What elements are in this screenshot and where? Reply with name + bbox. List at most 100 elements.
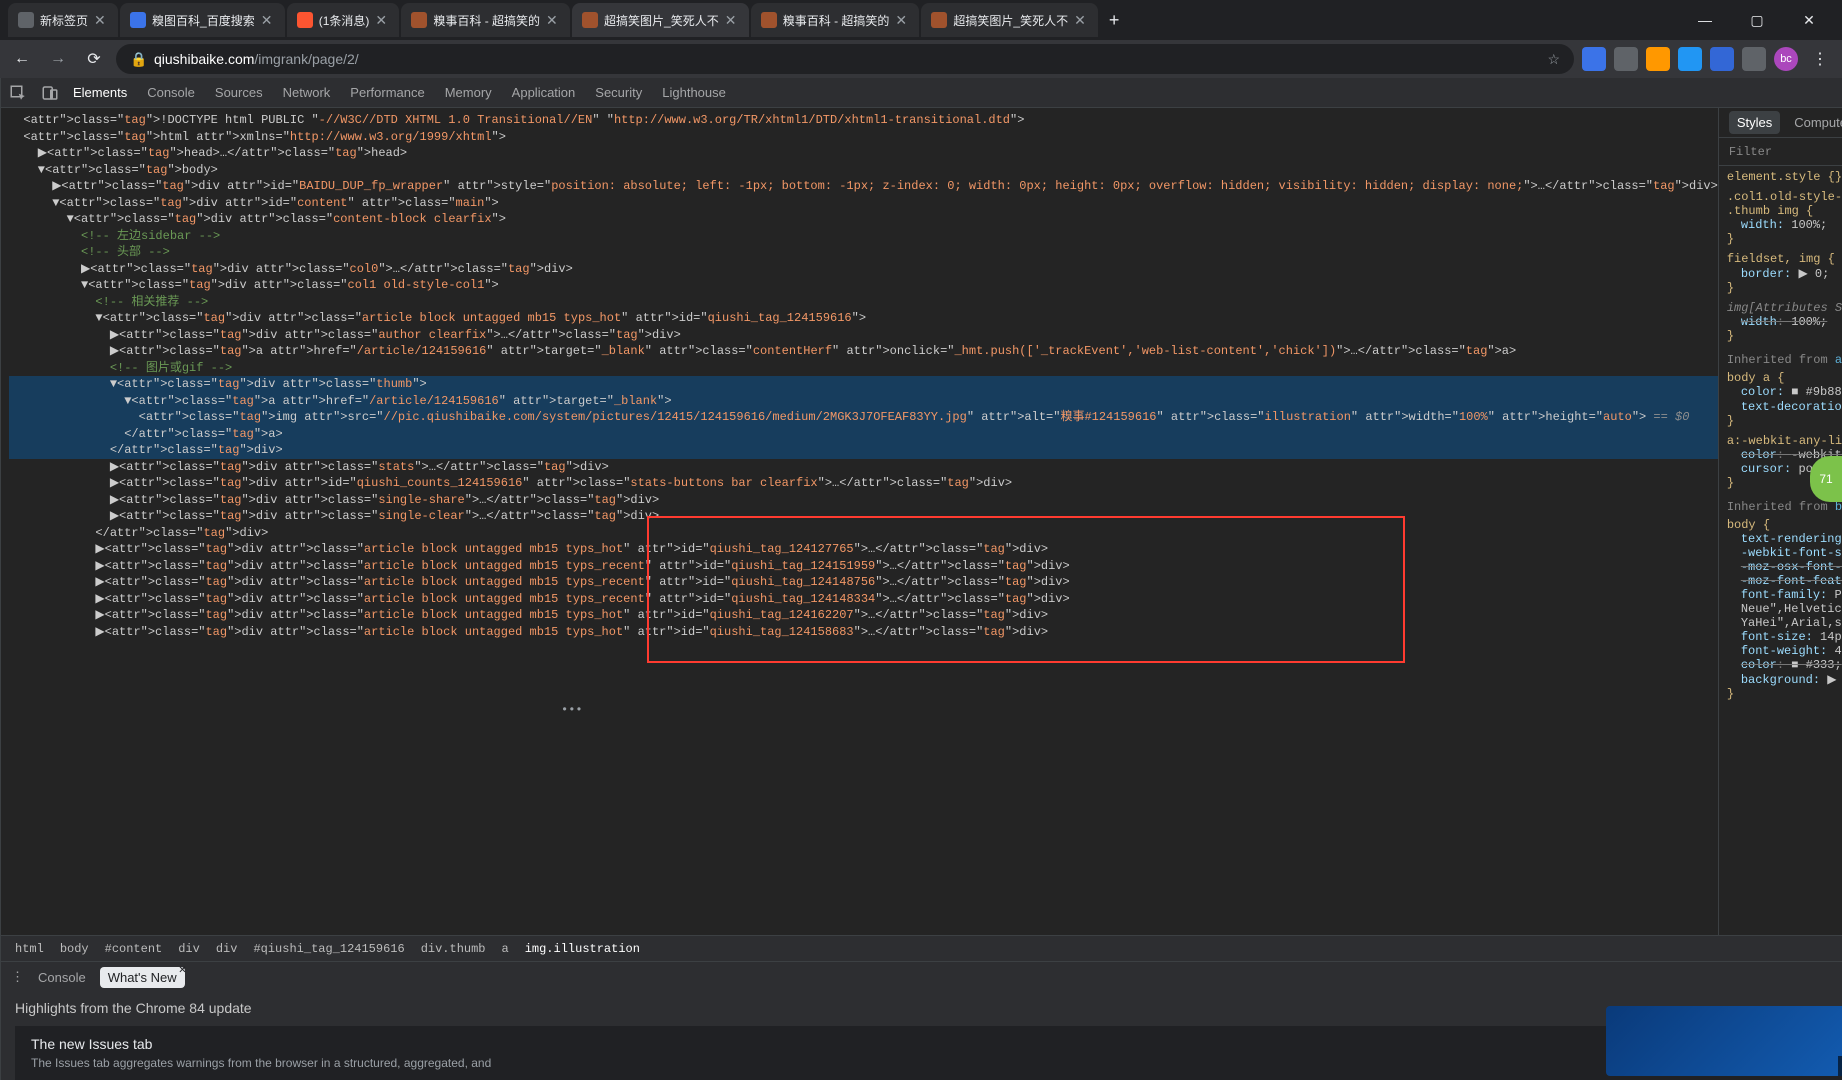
- css-rule[interactable]: app.min.css…13a1abbc7:1body {text-render…: [1727, 518, 1842, 701]
- drawer-tab-console[interactable]: Console: [38, 970, 86, 985]
- window-maximize-icon[interactable]: ▢: [1740, 12, 1774, 29]
- device-toggle-icon[interactable]: [41, 84, 59, 102]
- drawer-tab-whatsnew[interactable]: What's New✕: [100, 967, 185, 988]
- dom-line[interactable]: ▼<attr">class="tag">div attr">class="con…: [9, 211, 1718, 228]
- crumb[interactable]: #content: [105, 942, 163, 956]
- dom-line[interactable]: ▶<attr">class="tag">div attr">class="sin…: [9, 492, 1718, 509]
- browser-tab[interactable]: 糗事百科 - 超搞笑的✕: [751, 3, 920, 37]
- dom-line[interactable]: <!-- 头部 -->: [9, 244, 1718, 261]
- dom-line[interactable]: <!-- 左边sidebar -->: [9, 228, 1718, 245]
- tab-close-icon[interactable]: ✕: [94, 13, 108, 27]
- browser-tab[interactable]: 超搞笑图片_笑死人不✕: [572, 3, 749, 37]
- dom-line[interactable]: ▶<attr">class="tag">div attr">class="art…: [9, 591, 1718, 608]
- dom-line[interactable]: ▼<attr">class="tag">div attr">id="conten…: [9, 195, 1718, 212]
- dom-line[interactable]: <attr">class="tag">html attr">xmlns="htt…: [9, 129, 1718, 146]
- dom-line[interactable]: ▶<attr">class="tag">div attr">class="sta…: [9, 459, 1718, 476]
- crumb[interactable]: img.illustration: [525, 942, 640, 956]
- nav-forward-icon[interactable]: →: [44, 45, 72, 73]
- browser-tab[interactable]: 超搞笑图片_笑死人不✕: [921, 3, 1098, 37]
- browser-tab[interactable]: 新标签页✕: [8, 3, 118, 37]
- window-close-icon[interactable]: ✕: [1792, 12, 1826, 29]
- dom-line[interactable]: ▶<attr">class="tag">div attr">class="aut…: [9, 327, 1718, 344]
- devtools-tab[interactable]: Memory: [445, 85, 492, 100]
- browser-tab[interactable]: 糗事百科 - 超搞笑的✕: [401, 3, 570, 37]
- crumb[interactable]: body: [60, 942, 89, 956]
- dom-line[interactable]: ▼<attr">class="tag">a attr">href="/artic…: [9, 393, 1718, 410]
- tab-styles[interactable]: Styles: [1729, 111, 1780, 134]
- promo-banner: [1606, 1006, 1842, 1076]
- extension-icon[interactable]: [1678, 47, 1702, 71]
- dom-breadcrumbs[interactable]: html body #content div div #qiushi_tag_124159…: [1, 935, 1842, 961]
- crumb[interactable]: a: [502, 942, 509, 956]
- elements-dom-tree[interactable]: ••• <attr">class="tag">!DOCTYPE html PUB…: [1, 108, 1718, 935]
- nav-reload-icon[interactable]: ⟳: [80, 45, 108, 73]
- tab-close-icon[interactable]: ✕: [375, 13, 389, 27]
- window-minimize-icon[interactable]: —: [1688, 12, 1722, 29]
- filter-input[interactable]: Filter: [1729, 145, 1772, 159]
- dom-line[interactable]: ▼<attr">class="tag">div attr">class="col…: [9, 277, 1718, 294]
- browser-tab[interactable]: (1条消息)✕: [287, 3, 400, 37]
- css-rule[interactable]: element.style {}: [1727, 170, 1842, 184]
- crumb[interactable]: #qiushi_tag_124159616: [253, 942, 404, 956]
- crumb[interactable]: div: [178, 942, 200, 956]
- dom-line[interactable]: ▶<attr">class="tag">div attr">class="art…: [9, 574, 1718, 591]
- bookmark-star-icon[interactable]: ☆: [1547, 51, 1560, 68]
- dom-line[interactable]: ▶<attr">class="tag">div attr">class="art…: [9, 541, 1718, 558]
- dom-line[interactable]: ▶<attr">class="tag">div attr">class="col…: [9, 261, 1718, 278]
- extension-icon[interactable]: [1582, 47, 1606, 71]
- nav-back-icon[interactable]: ←: [8, 45, 36, 73]
- devtools-tab[interactable]: Sources: [215, 85, 263, 100]
- new-tab-button[interactable]: +: [1100, 6, 1128, 34]
- devtools-tab[interactable]: Security: [595, 85, 642, 100]
- drawer-menu-icon[interactable]: ⋮: [11, 969, 24, 985]
- tab-computed[interactable]: Computed: [1794, 115, 1842, 130]
- dom-line[interactable]: </attr">class="tag">div>: [9, 442, 1718, 459]
- tab-close-icon[interactable]: ✕: [546, 13, 560, 27]
- dom-line[interactable]: <!-- 图片或gif -->: [9, 360, 1718, 377]
- dom-line[interactable]: ▶<attr">class="tag">head>…</attr">class=…: [9, 145, 1718, 162]
- crumb[interactable]: div.thumb: [421, 942, 486, 956]
- dom-line[interactable]: </attr">class="tag">div>: [9, 525, 1718, 542]
- devtools-tab[interactable]: Lighthouse: [662, 85, 726, 100]
- dom-line[interactable]: ▶<attr">class="tag">div attr">id="qiushi…: [9, 475, 1718, 492]
- devtools-tab[interactable]: Network: [283, 85, 331, 100]
- dom-line[interactable]: ▶<attr">class="tag">div attr">class="art…: [9, 607, 1718, 624]
- dom-line[interactable]: ▶<attr">class="tag">div attr">class="art…: [9, 558, 1718, 575]
- dom-line[interactable]: <attr">class="tag">img attr">src="//pic.…: [9, 409, 1718, 426]
- dom-line[interactable]: ▼<attr">class="tag">body>: [9, 162, 1718, 179]
- extension-icon[interactable]: [1742, 47, 1766, 71]
- crumb[interactable]: html: [15, 942, 44, 956]
- address-field[interactable]: 🔒 qiushibaike.com/imgrank/page/2/ ☆: [116, 44, 1574, 74]
- css-rule[interactable]: app.min.css…13a1abbc7:1body a {color: ■ …: [1727, 371, 1842, 428]
- devtools-tab[interactable]: Performance: [350, 85, 424, 100]
- tab-close-icon[interactable]: ✕: [261, 13, 275, 27]
- style-rules[interactable]: element.style {} app.min.css…13a1abbc7:1.…: [1719, 166, 1842, 935]
- dom-line[interactable]: ▶<attr">class="tag">div attr">id="BAIDU_…: [9, 178, 1718, 195]
- dom-line[interactable]: </attr">class="tag">a>: [9, 426, 1718, 443]
- browser-tab[interactable]: 糗图百科_百度搜索✕: [120, 3, 285, 37]
- tab-close-icon[interactable]: ✕: [1074, 13, 1088, 27]
- dom-line[interactable]: ▶<attr">class="tag">a attr">href="/artic…: [9, 343, 1718, 360]
- tab-close-icon[interactable]: ✕: [725, 13, 739, 27]
- css-rule[interactable]: app.min.css…13a1abbc7:1.col1.old-style-c…: [1727, 190, 1842, 246]
- floating-action-badge[interactable]: 71: [1810, 456, 1842, 502]
- dom-line[interactable]: ▶<attr">class="tag">div attr">class="sin…: [9, 508, 1718, 525]
- dom-line[interactable]: ▶<attr">class="tag">div attr">class="art…: [9, 624, 1718, 641]
- css-rule[interactable]: app.min.css…13a1abbc7:1fieldset, img {bo…: [1727, 252, 1842, 295]
- devtools-tab[interactable]: Application: [512, 85, 576, 100]
- devtools-tab[interactable]: Console: [147, 85, 195, 100]
- dom-line[interactable]: <!-- 相关推荐 -->: [9, 294, 1718, 311]
- crumb[interactable]: div: [216, 942, 238, 956]
- dom-line[interactable]: ▼<attr">class="tag">div attr">class="art…: [9, 310, 1718, 327]
- extension-icon[interactable]: [1614, 47, 1638, 71]
- devtools-tab[interactable]: Elements: [73, 85, 127, 100]
- dom-line[interactable]: <attr">class="tag">!DOCTYPE html PUBLIC …: [9, 112, 1718, 129]
- dom-line[interactable]: ▼<attr">class="tag">div attr">class="thu…: [9, 376, 1718, 393]
- extension-icon[interactable]: [1646, 47, 1670, 71]
- inspect-icon[interactable]: [9, 84, 27, 102]
- extension-icon[interactable]: [1710, 47, 1734, 71]
- kebab-menu-icon[interactable]: ⋮: [1806, 45, 1834, 73]
- tab-close-icon[interactable]: ✕: [895, 13, 909, 27]
- css-rule[interactable]: img[Attributes Style] {width: 100%;}: [1727, 301, 1842, 343]
- profile-avatar[interactable]: bc: [1774, 47, 1798, 71]
